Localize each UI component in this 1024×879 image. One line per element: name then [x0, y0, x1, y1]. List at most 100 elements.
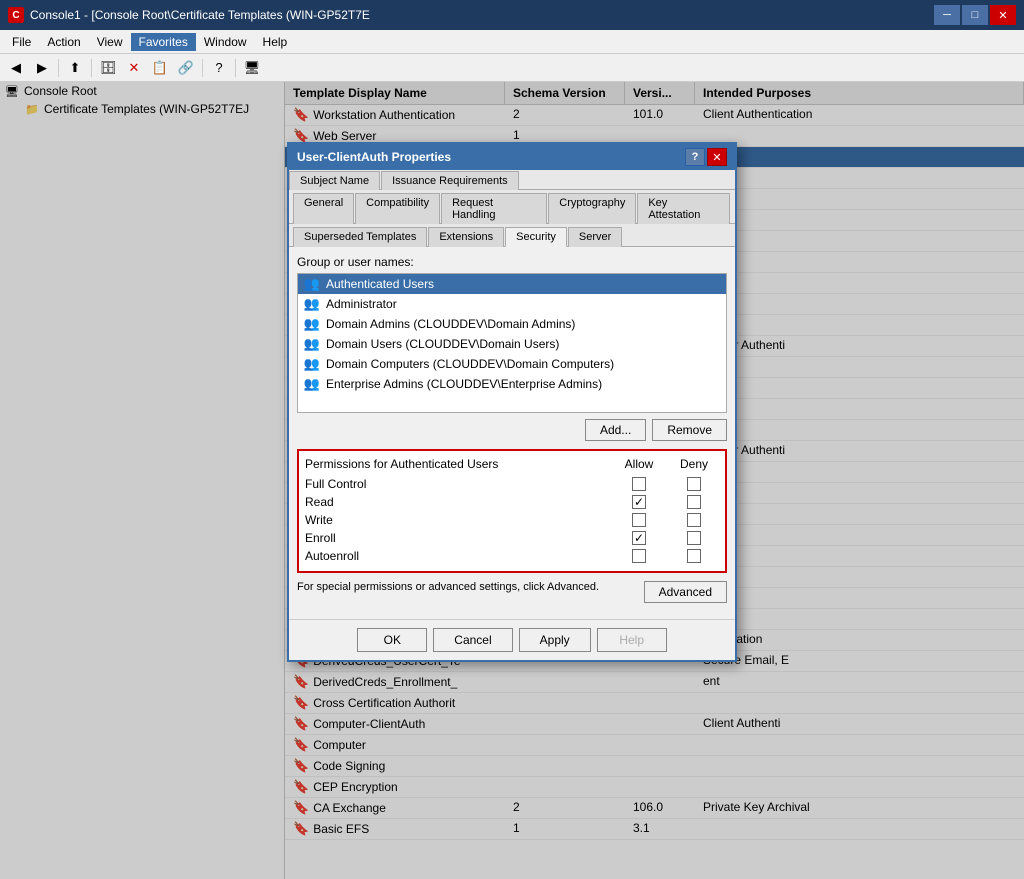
perm-allow-4 [609, 549, 669, 563]
add-remove-row: Add... Remove [297, 419, 727, 441]
remove-button[interactable]: Remove [652, 419, 727, 441]
allow-checkbox-2[interactable] [632, 513, 646, 527]
user-list-item[interactable]: 👥 Domain Admins (CLOUDDEV\Domain Admins) [298, 314, 726, 334]
maximize-button[interactable]: □ [962, 5, 988, 25]
menu-file[interactable]: File [4, 33, 39, 51]
perm-deny-4 [669, 549, 719, 563]
cancel-button[interactable]: Cancel [433, 628, 512, 652]
toolbar: ◀ ▶ ⬆ 🗄 ✕ 📋 🔗 ? 🖥 [0, 54, 1024, 82]
dialog-title-controls: ? ✕ [685, 148, 727, 166]
close-button[interactable]: ✕ [990, 5, 1016, 25]
apply-button[interactable]: Apply [519, 628, 591, 652]
title-bar: C Console1 - [Console Root\Certificate T… [0, 0, 1024, 30]
ok-button[interactable]: OK [357, 628, 427, 652]
allow-checkbox-0[interactable] [632, 477, 646, 491]
tab-issuance-requirements[interactable]: Issuance Requirements [381, 171, 519, 190]
properties-button[interactable]: 📋 [148, 57, 172, 79]
perm-rows: Full Control Read Write Enrol [305, 475, 719, 565]
deny-checkbox-1[interactable] [687, 495, 701, 509]
app-icon: C [8, 7, 24, 23]
help-toolbar-button[interactable]: ? [207, 57, 231, 79]
user-list-box[interactable]: 👥 Authenticated Users 👥 Administrator 👥 … [297, 273, 727, 413]
dialog-tabs-row2b: Superseded Templates Extensions Security… [289, 224, 735, 247]
dialog-title: User-ClientAuth Properties [297, 150, 451, 164]
dialog-footer: OK Cancel Apply Help [289, 619, 735, 660]
user-icon: 👥 [304, 376, 320, 392]
dialog-content: Group or user names: 👥 Authenticated Use… [289, 247, 735, 619]
permissions-box: Permissions for Authenticated Users Allo… [297, 449, 727, 573]
perm-deny-1 [669, 495, 719, 509]
deny-checkbox-3[interactable] [687, 531, 701, 545]
minimize-button[interactable]: ─ [934, 5, 960, 25]
deny-checkbox-2[interactable] [687, 513, 701, 527]
dialog-overlay: User-ClientAuth Properties ? ✕ Subject N… [0, 82, 1024, 879]
allow-checkbox-4[interactable] [632, 549, 646, 563]
show-hide-button[interactable]: 🗄 [96, 57, 120, 79]
perm-name-4: Autoenroll [305, 549, 609, 563]
tab-extensions[interactable]: Extensions [428, 227, 504, 247]
delete-button[interactable]: ✕ [122, 57, 146, 79]
up-button[interactable]: ⬆ [63, 57, 87, 79]
perm-row: Read [305, 493, 719, 511]
forward-button[interactable]: ▶ [30, 57, 54, 79]
permissions-header: Permissions for Authenticated Users Allo… [305, 457, 719, 471]
tab-superseded-templates[interactable]: Superseded Templates [293, 227, 427, 247]
perm-name-3: Enroll [305, 531, 609, 545]
user-list-item[interactable]: 👥 Domain Users (CLOUDDEV\Domain Users) [298, 334, 726, 354]
user-icon: 👥 [304, 356, 320, 372]
user-list-item[interactable]: 👥 Authenticated Users [298, 274, 726, 294]
dialog-title-bar: User-ClientAuth Properties ? ✕ [289, 144, 735, 170]
allow-checkbox-3[interactable] [632, 531, 646, 545]
dialog-close-button[interactable]: ✕ [707, 148, 727, 166]
perm-allow-3 [609, 531, 669, 545]
group-users-label: Group or user names: [297, 255, 727, 269]
tab-cryptography[interactable]: Cryptography [548, 193, 636, 224]
dialog-tabs-row1: Subject Name Issuance Requirements [289, 170, 735, 190]
tab-subject-name[interactable]: Subject Name [289, 171, 380, 190]
user-name: Domain Computers (CLOUDDEV\Domain Comput… [326, 357, 614, 371]
console-button[interactable]: 🖥 [240, 57, 264, 79]
tab-request-handling[interactable]: Request Handling [441, 193, 547, 224]
advanced-note: For special permissions or advanced sett… [297, 581, 644, 593]
user-list-item[interactable]: 👥 Administrator [298, 294, 726, 314]
export-button[interactable]: 🔗 [174, 57, 198, 79]
tab-security[interactable]: Security [505, 227, 567, 247]
tab-server[interactable]: Server [568, 227, 622, 247]
user-name: Authenticated Users [326, 277, 434, 291]
deny-checkbox-4[interactable] [687, 549, 701, 563]
toolbar-separator-1 [58, 59, 59, 77]
user-icon: 👥 [304, 276, 320, 292]
menu-help[interactable]: Help [255, 33, 296, 51]
user-icon: 👥 [304, 316, 320, 332]
user-icon: 👥 [304, 336, 320, 352]
menu-action[interactable]: Action [39, 33, 88, 51]
perm-row: Write [305, 511, 719, 529]
perm-row: Autoenroll [305, 547, 719, 565]
perm-row: Enroll [305, 529, 719, 547]
allow-checkbox-1[interactable] [632, 495, 646, 509]
user-name: Domain Users (CLOUDDEV\Domain Users) [326, 337, 559, 351]
allow-col-header: Allow [609, 457, 669, 471]
toolbar-separator-4 [235, 59, 236, 77]
back-button[interactable]: ◀ [4, 57, 28, 79]
deny-checkbox-0[interactable] [687, 477, 701, 491]
dialog-help-button[interactable]: ? [685, 148, 705, 166]
deny-col-header: Deny [669, 457, 719, 471]
advanced-button[interactable]: Advanced [644, 581, 727, 603]
user-list-item[interactable]: 👥 Domain Computers (CLOUDDEV\Domain Comp… [298, 354, 726, 374]
title-bar-controls: ─ □ ✕ [934, 5, 1016, 25]
menu-bar: File Action View Favorites Window Help [0, 30, 1024, 54]
toolbar-separator-2 [91, 59, 92, 77]
user-list-item[interactable]: 👥 Enterprise Admins (CLOUDDEV\Enterprise… [298, 374, 726, 394]
tab-key-attestation[interactable]: Key Attestation [637, 193, 730, 224]
menu-favorites[interactable]: Favorites [131, 33, 196, 51]
menu-view[interactable]: View [89, 33, 131, 51]
add-button[interactable]: Add... [585, 419, 646, 441]
dialog-help-footer-button[interactable]: Help [597, 628, 667, 652]
title-bar-text: Console1 - [Console Root\Certificate Tem… [30, 8, 370, 22]
perm-deny-3 [669, 531, 719, 545]
menu-window[interactable]: Window [196, 33, 255, 51]
tab-compatibility[interactable]: Compatibility [355, 193, 440, 224]
user-name: Domain Admins (CLOUDDEV\Domain Admins) [326, 317, 575, 331]
tab-general[interactable]: General [293, 193, 354, 224]
